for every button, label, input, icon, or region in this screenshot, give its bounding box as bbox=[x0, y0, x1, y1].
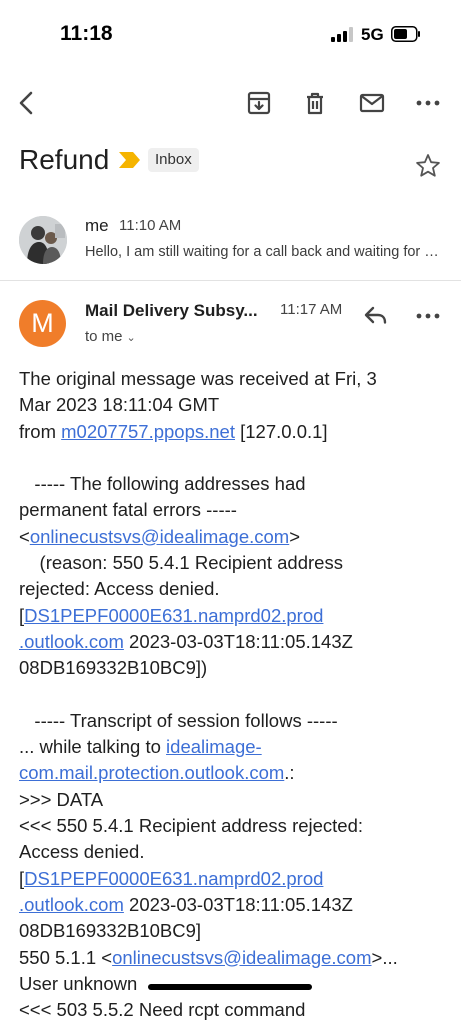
message-body: The original message was received at Fri… bbox=[19, 366, 439, 1023]
mx-link[interactable]: com.mail.protection.outlook.com bbox=[19, 762, 284, 783]
body-line: 2023-03-03T18:11:05.143Z bbox=[123, 893, 353, 915]
star-icon[interactable] bbox=[414, 152, 442, 180]
recipient-label: to me bbox=[85, 328, 123, 345]
body-line: <<< 550 5.4.1 Recipient address rejected… bbox=[19, 815, 364, 837]
body-line: The original message was received at Fri… bbox=[19, 368, 377, 389]
inbox-label[interactable]: Inbox bbox=[148, 148, 199, 172]
body-line: User unknown bbox=[19, 972, 138, 994]
email-subject: Refund bbox=[19, 144, 110, 175]
body-line: Mar 2023 18:11:04 GMT bbox=[19, 394, 220, 416]
trash-icon bbox=[307, 92, 323, 115]
reply-icon[interactable] bbox=[361, 300, 391, 330]
email-link[interactable]: onlinecustsvs@idealimage.com bbox=[112, 947, 371, 968]
body-line: rejected: Access denied. bbox=[19, 578, 220, 600]
status-time: 11:18 bbox=[60, 22, 113, 45]
body-line: 550 5.1.1 < bbox=[19, 946, 113, 968]
body-line: .: bbox=[284, 762, 295, 784]
importance-icon[interactable] bbox=[119, 152, 141, 168]
sender-name[interactable]: Mail Delivery Subsy... bbox=[85, 301, 258, 321]
collapsed-message[interactable]: me 11:10 AM Hello, I am still waiting fo… bbox=[0, 204, 461, 281]
body-line: >... bbox=[371, 946, 398, 968]
back-icon bbox=[19, 91, 33, 115]
message-header: M Mail Delivery Subsy... 11:17 AM to me ⌄ bbox=[0, 282, 461, 352]
avatar bbox=[19, 216, 67, 264]
body-line: ----- Transcript of session follows ----… bbox=[19, 709, 338, 731]
body-line: [127.0.0.1] bbox=[234, 420, 328, 442]
body-line: > bbox=[289, 525, 301, 547]
server-link[interactable]: .outlook.com bbox=[19, 894, 124, 915]
archive-icon bbox=[247, 91, 271, 115]
mark-unread-button[interactable] bbox=[357, 88, 387, 118]
chevron-down-icon: ⌄ bbox=[126, 332, 136, 344]
body-line: Access denied. bbox=[19, 841, 145, 863]
body-line: < bbox=[19, 525, 30, 547]
signal-icon bbox=[331, 27, 353, 42]
more-icon bbox=[416, 100, 440, 106]
toolbar bbox=[0, 80, 461, 126]
battery-icon bbox=[391, 26, 420, 42]
message-snippet: Hello, I am still waiting for a call bac… bbox=[85, 244, 440, 260]
status-bar: 11:18 5G bbox=[0, 0, 461, 70]
back-button[interactable] bbox=[12, 88, 42, 118]
more-icon[interactable] bbox=[414, 302, 442, 330]
more-options-button[interactable] bbox=[413, 88, 443, 118]
body-line: 2023-03-03T18:11:05.143Z bbox=[123, 630, 353, 652]
body-line: 08DB169332B10BC9] bbox=[19, 920, 202, 942]
body-line: ... while talking to bbox=[19, 736, 167, 758]
body-line: permanent fatal errors ----- bbox=[19, 499, 237, 521]
avatar: M bbox=[19, 300, 66, 347]
subject-row: Refund bbox=[0, 138, 461, 188]
delete-button[interactable] bbox=[300, 88, 330, 118]
email-link[interactable]: onlinecustsvs@idealimage.com bbox=[30, 526, 289, 547]
body-line: from bbox=[19, 420, 62, 442]
message-time: 11:10 AM bbox=[119, 217, 182, 234]
mail-icon bbox=[359, 93, 385, 113]
host-link[interactable]: m0207757.ppops.net bbox=[61, 421, 235, 442]
body-line: (reason: 550 5.4.1 Recipient address bbox=[19, 552, 343, 574]
avatar-photo-icon bbox=[19, 216, 67, 264]
body-line: 08DB169332B10BC9]) bbox=[19, 657, 208, 679]
sender-name: me bbox=[85, 216, 109, 235]
recipient-details[interactable]: to me ⌄ bbox=[85, 328, 136, 345]
message-time: 11:17 AM bbox=[280, 301, 343, 318]
home-indicator[interactable] bbox=[148, 984, 312, 990]
server-link[interactable]: DS1PEPF0000E631.namprd02.prod bbox=[24, 868, 323, 889]
mx-link[interactable]: idealimage- bbox=[166, 736, 262, 757]
body-line: >>> DATA bbox=[19, 788, 104, 810]
body-line: <<< 503 5.5.2 Need rcpt command bbox=[19, 999, 306, 1021]
server-link[interactable]: .outlook.com bbox=[19, 631, 124, 652]
network-type: 5G bbox=[361, 25, 384, 44]
archive-button[interactable] bbox=[244, 88, 274, 118]
server-link[interactable]: DS1PEPF0000E631.namprd02.prod bbox=[24, 605, 323, 626]
body-line: ----- The following addresses had bbox=[19, 473, 306, 495]
